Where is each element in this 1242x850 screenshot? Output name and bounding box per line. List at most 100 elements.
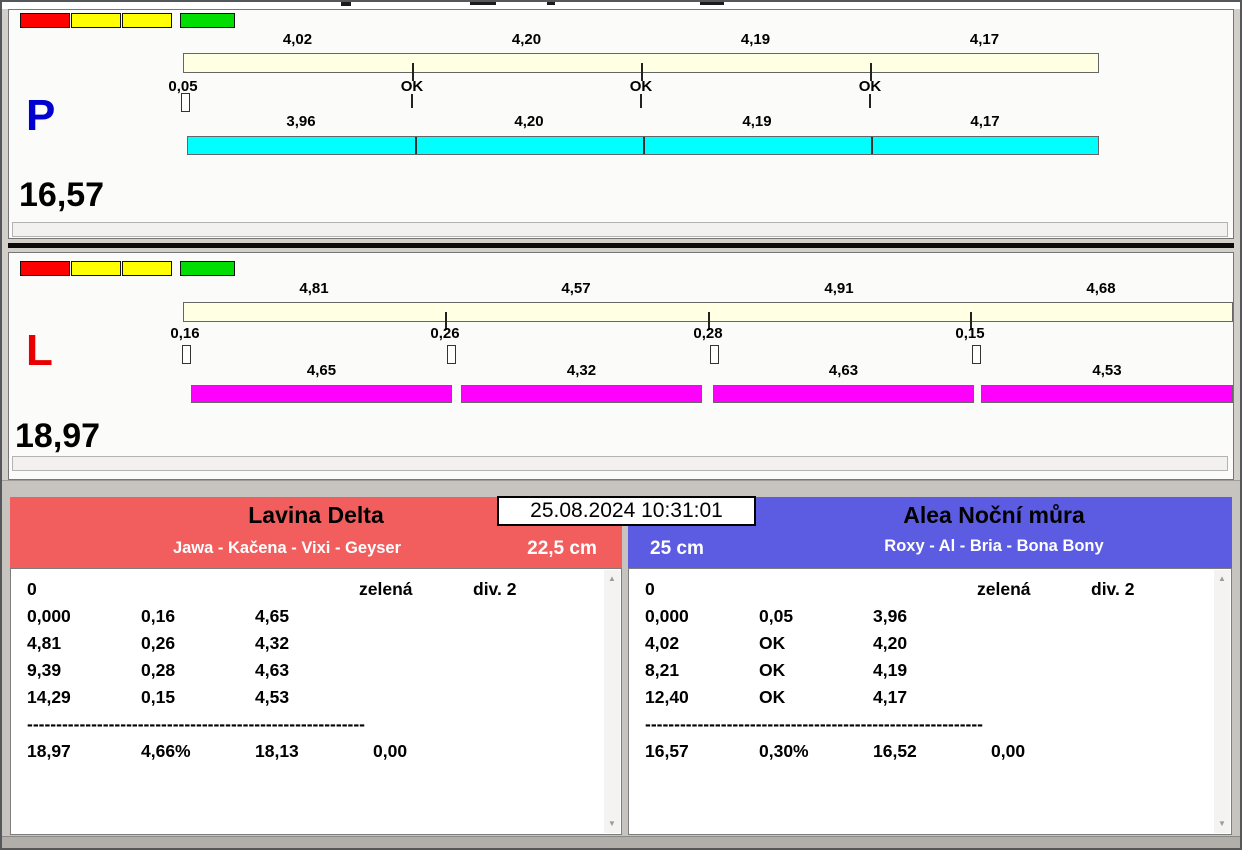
lane-l-lower-bar-4 [981,385,1233,403]
log-cell: 0,000 [27,606,71,626]
status-light-yellow-2 [122,261,172,276]
status-light-yellow-1 [71,261,121,276]
lane-l-upper-split-3: 4,91 [824,280,854,297]
scrollbar[interactable]: ▲ ▼ [604,570,620,833]
lane-l-panel: L 4,81 4,57 4,91 4,68 0,16 0,26 0,28 0,1… [8,252,1234,480]
lane-p-label: P [26,91,56,140]
log-cell: 4,63 [255,660,290,680]
datetime-display: 25.08.2024 10:31:01 [497,496,756,526]
segment-divider [643,137,645,154]
status-light-yellow-2 [122,13,172,28]
result-log-right[interactable]: 0 zelená div. 2 0,000 0,05 3,96 4,02 OK … [628,568,1232,835]
log-cell: 4,53 [255,687,290,707]
segment-divider [415,137,417,154]
result-log-left[interactable]: 0 zelená div. 2 0,000 0,16 4,65 4,81 0,2… [10,568,622,835]
log-cell: 16,52 [873,741,917,761]
log-row: 0,000 0,05 3,96 [629,606,1231,633]
lane-p-status-lights [20,13,235,28]
lane-l-lower-bar-3 [713,385,974,403]
lane-p-upper-split-4: 4,17 [969,31,1000,48]
window-bottom-edge [0,836,1242,850]
log-cell: 9,39 [27,660,62,680]
lane-l-gate-fault-2: 0,26 [430,325,460,342]
lane-l-upper-bar [183,302,1233,330]
log-cell: 0,00 [991,741,1026,761]
log-row: 12,40 OK 4,17 [629,687,1231,714]
log-head-row: 0 zelená div. 2 [11,579,621,606]
log-head-row: 0 zelená div. 2 [629,579,1231,606]
lane-p-lower-split-3: 4,19 [742,113,772,130]
lane-l-lower-split-4: 4,53 [1092,362,1122,379]
scrollbar[interactable]: ▲ ▼ [1214,570,1230,833]
log-cell: 0,15 [141,687,176,707]
lane-l-total-time: 18,97 [15,417,101,455]
scroll-down-button[interactable]: ▼ [1214,817,1230,831]
log-cell: 0,00 [373,741,408,761]
log-cell: 16,57 [645,741,689,761]
lane-p-info-strip [12,222,1228,237]
log-cell: 8,21 [645,660,680,680]
lane-l-gate-fault-4: 0,15 [955,325,985,342]
log-cell: 18,97 [27,741,71,761]
status-light-green [180,261,235,276]
gate-marker-box [182,345,191,364]
lane-l-upper-split-1: 4,81 [299,280,329,297]
team-right-jump-height: 25 cm [650,538,704,559]
log-cell: zelená [359,579,413,599]
lane-l-label: L [26,326,53,375]
log-cell: 0,30% [759,741,809,761]
status-light-green [180,13,235,28]
scroll-up-button[interactable]: ▲ [604,572,620,586]
log-cell: div. 2 [473,579,517,599]
lane-l-gate-fault-1: 0,16 [170,325,200,342]
lane-p-lower-bar [187,136,1099,155]
log-cell: div. 2 [1091,579,1135,599]
log-total-row: 16,57 0,30% 16,52 0,00 [629,741,1231,768]
log-cell: 4,32 [255,633,290,653]
log-cell: 4,20 [873,633,908,653]
start-marker-box [181,93,190,112]
team-right-name: Alea Noční můra [903,502,1085,528]
log-total-row: 18,97 4,66% 18,13 0,00 [11,741,621,768]
scroll-up-button[interactable]: ▲ [1214,572,1230,586]
log-cell: 0,26 [141,633,176,653]
status-light-yellow-1 [71,13,121,28]
segment-divider [871,137,873,154]
log-divider-row: ----------------------------------------… [629,714,1231,741]
log-cell: 4,81 [27,633,62,653]
log-cell: 4,66% [141,741,191,761]
log-row: 4,02 OK 4,20 [629,633,1231,660]
lane-l-gate-fault-3: 0,28 [693,325,723,342]
lane-p-upper-split-2: 4,20 [511,31,542,48]
lane-l-lower-split-1: 4,65 [306,362,337,379]
window-top-fragments [0,0,1242,9]
lane-l-lower-split-2: 4,32 [566,362,597,379]
log-row: 4,81 0,26 4,32 [11,633,621,660]
lane-p-upper-split-3: 4,19 [740,31,771,48]
log-cell: 0,28 [141,660,176,680]
log-row: 9,39 0,28 4,63 [11,660,621,687]
team-left-members: Jawa - Kačena - Vixi - Geyser [172,539,402,557]
lane-p-lower-split-4: 4,17 [970,113,1000,130]
log-cell: 4,02 [645,633,680,653]
log-cell: 4,17 [873,687,908,707]
lane-p-lower-split-2: 4,20 [514,113,544,130]
gate-tick-mark [411,94,413,108]
lane-l-status-lights [20,261,235,276]
lane-p-panel: P 4,02 4,20 4,19 4,17 0,05 OK OK OK 3,96… [8,9,1234,239]
log-row: 8,21 OK 4,19 [629,660,1231,687]
log-cell: 0 [645,579,655,599]
timing-app-window: P 4,02 4,20 4,19 4,17 0,05 OK OK OK 3,96… [0,0,1242,850]
log-cell: 14,29 [27,687,71,707]
log-cell: 12,40 [645,687,689,707]
panel-separator [8,243,1234,248]
lane-l-lower-bar-2 [461,385,702,403]
log-cell: 0,05 [759,606,794,626]
lane-p-lower-split-1: 3,96 [286,113,316,130]
log-divider: ----------------------------------------… [645,714,984,734]
log-cell: 4,65 [255,606,290,626]
lane-l-upper-split-2: 4,57 [561,280,591,297]
scroll-down-button[interactable]: ▼ [604,817,620,831]
log-divider: ----------------------------------------… [27,714,366,734]
log-row: 0,000 0,16 4,65 [11,606,621,633]
